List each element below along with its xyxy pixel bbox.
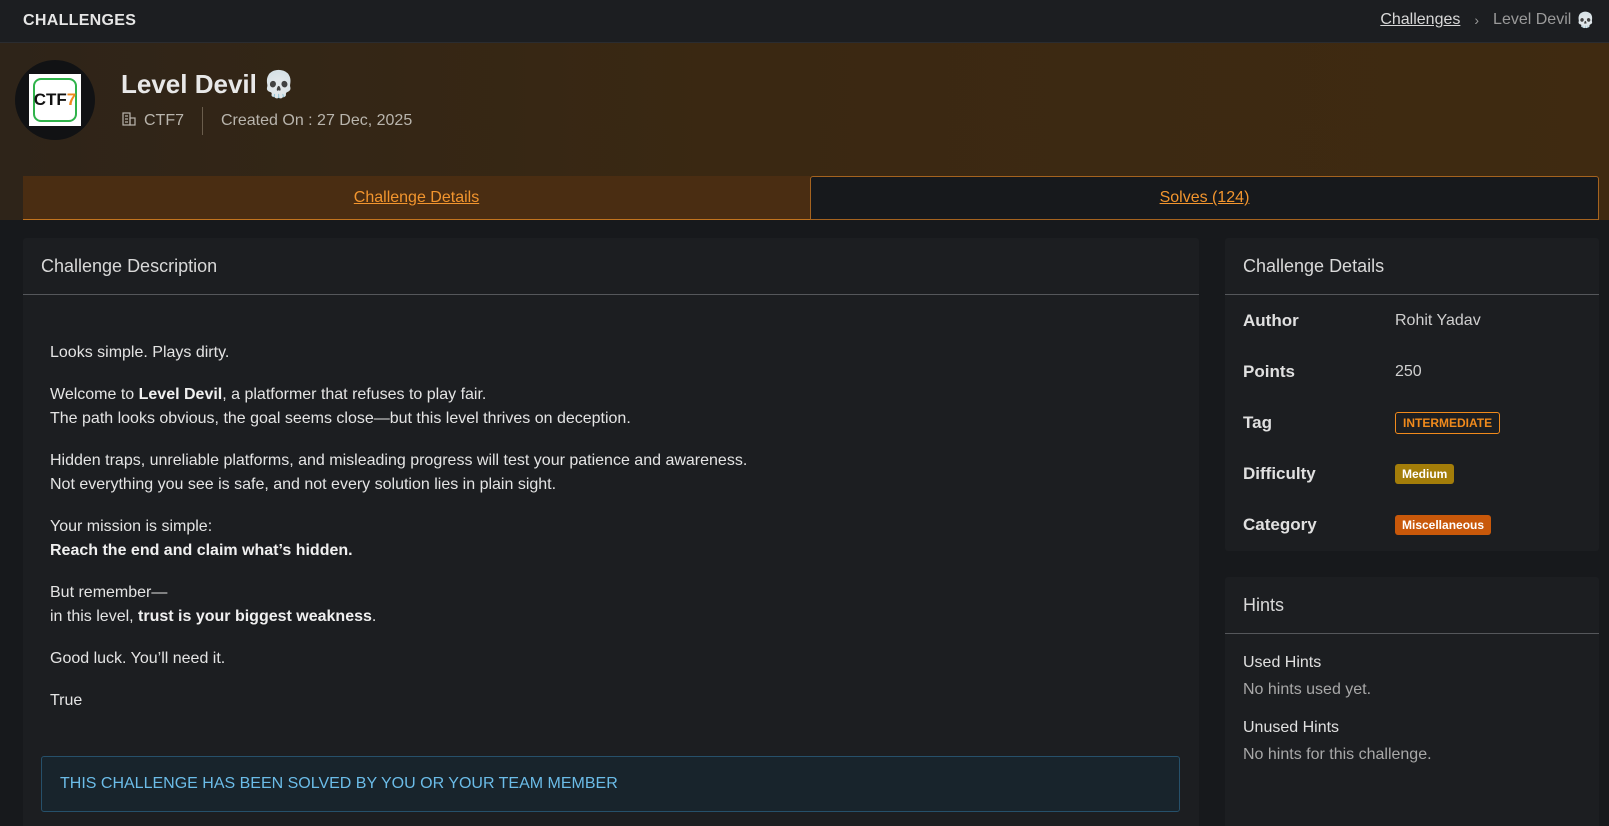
top-bar: CHALLENGES Challenges › Level Devil 💀 xyxy=(0,0,1609,43)
building-icon xyxy=(121,111,137,131)
desc-paragraph: Your mission is simple: Reach the end an… xyxy=(50,518,353,559)
detail-row-category: Category Miscellaneous xyxy=(1225,499,1599,550)
used-hints-text: No hints used yet. xyxy=(1243,681,1372,698)
detail-row-difficulty: Difficulty Medium xyxy=(1225,448,1599,499)
chevron-right-icon: › xyxy=(1474,12,1480,28)
breadcrumb-current: Level Devil xyxy=(1493,11,1572,28)
unused-hints-text: No hints for this challenge. xyxy=(1243,746,1432,763)
tab-challenge-details[interactable]: Challenge Details xyxy=(23,176,810,220)
logo-text: CTF xyxy=(33,90,67,109)
detail-key: Category xyxy=(1243,514,1317,534)
meta-divider xyxy=(202,107,203,135)
ctf7-logo: CTF7 xyxy=(29,74,81,126)
challenge-details-card: Challenge Details Author Rohit Yadav Poi… xyxy=(1225,238,1599,551)
description-body: Looks simple. Plays dirty. Welcome to Le… xyxy=(23,295,1199,713)
tag-badge: INTERMEDIATE xyxy=(1395,411,1501,434)
used-hints-section: Used Hints No hints used yet. xyxy=(1225,654,1599,699)
detail-row-author: Author Rohit Yadav xyxy=(1225,295,1599,346)
page-title: Level Devil 💀 xyxy=(121,69,295,100)
detail-key: Difficulty xyxy=(1243,463,1316,483)
details-heading: Challenge Details xyxy=(1225,238,1599,295)
solved-notice: THIS CHALLENGE HAS BEEN SOLVED BY YOU OR… xyxy=(41,756,1180,812)
detail-key: Tag xyxy=(1243,412,1272,432)
breadcrumb-challenges-link[interactable]: Challenges xyxy=(1380,11,1460,29)
breadcrumb: Challenges › Level Devil 💀 xyxy=(1380,11,1595,29)
category-badge: Miscellaneous xyxy=(1395,514,1492,535)
desc-paragraph: Welcome to Level Devil, a platformer tha… xyxy=(50,386,631,427)
avatar: CTF7 xyxy=(15,60,95,140)
detail-key: Author xyxy=(1243,310,1299,330)
brand-title: CHALLENGES xyxy=(23,12,137,29)
unused-hints-section: Unused Hints No hints for this challenge… xyxy=(1225,719,1599,764)
hints-card: Hints Used Hints No hints used yet. Unus… xyxy=(1225,577,1599,826)
desc-paragraph: Looks simple. Plays dirty. xyxy=(50,344,230,361)
hints-heading: Hints xyxy=(1225,577,1599,634)
tab-bar: Challenge Details Solves (124) xyxy=(23,176,1599,220)
org-name: CTF7 xyxy=(144,112,184,129)
challenge-description-card: Challenge Description Looks simple. Play… xyxy=(23,238,1199,826)
difficulty-badge: Medium xyxy=(1395,463,1455,484)
detail-key: Points xyxy=(1243,361,1295,381)
tab-solves[interactable]: Solves (124) xyxy=(810,176,1599,220)
title-text: Level Devil xyxy=(121,69,257,99)
logo-text-seven: 7 xyxy=(66,90,77,109)
desc-paragraph: Good luck. You’ll need it. xyxy=(50,650,226,667)
desc-paragraph: True xyxy=(50,692,83,709)
detail-value: 250 xyxy=(1395,362,1422,380)
skull-icon: 💀 xyxy=(1576,12,1595,29)
used-hints-label: Used Hints xyxy=(1243,654,1322,671)
desc-paragraph: Hidden traps, unreliable platforms, and … xyxy=(50,452,748,493)
unused-hints-label: Unused Hints xyxy=(1243,719,1340,736)
challenge-meta: CTF7 Created On : 27 Dec, 2025 xyxy=(121,107,412,135)
detail-value: Rohit Yadav xyxy=(1395,311,1481,329)
description-heading: Challenge Description xyxy=(23,238,1199,295)
skull-icon: 💀 xyxy=(262,69,296,99)
detail-row-tag: Tag INTERMEDIATE xyxy=(1225,397,1599,448)
desc-paragraph: But remember— in this level, trust is yo… xyxy=(50,584,377,625)
created-date: Created On : 27 Dec, 2025 xyxy=(221,112,413,129)
detail-row-points: Points 250 xyxy=(1225,346,1599,397)
